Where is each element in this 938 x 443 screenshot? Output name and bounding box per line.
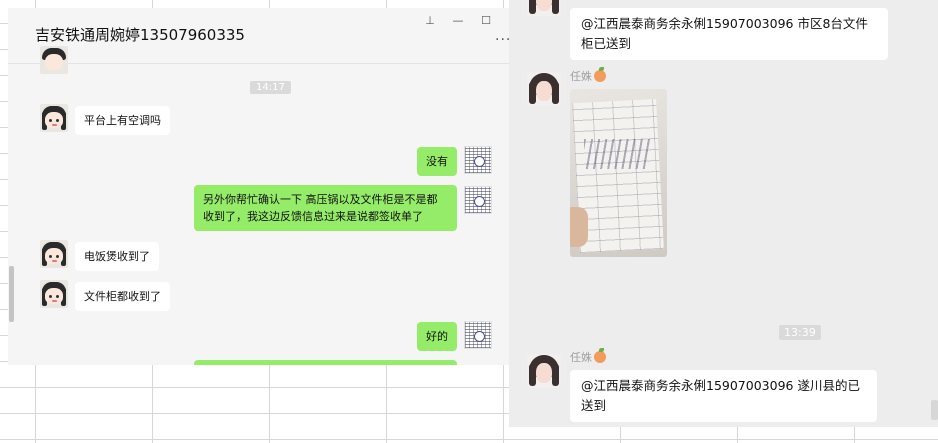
avatar[interactable] [40,104,68,132]
chat-title: 吉安铁通周婉婷13507960335 [35,26,245,44]
message-bubble: 另外你帮忙确认一下 高压锅以及文件柜是不是都收到了，我这边反馈信息过来是说都签收… [194,185,457,231]
sender-name: 任姝 [570,348,606,365]
right-chat-window: @江西晨泰商务余永俐15907003096 市区8台文件柜已送到 任姝 13:3… [509,0,938,427]
sender-name-label: 任姝 [570,70,592,83]
avatar[interactable] [40,46,68,74]
message-bubble: 文件柜都收到了 [75,282,170,311]
avatar[interactable] [464,186,492,214]
avatar[interactable] [40,240,68,268]
avatar[interactable] [527,0,561,16]
message-bubble: 好的 [417,322,457,351]
minimize-icon[interactable]: — [446,12,470,28]
pin-icon[interactable]: ⊥ [418,12,442,28]
chat-title-bar: 吉安铁通周婉婷13507960335 ⊥ — ☐ ✕ ··· [8,8,513,64]
sender-name-label: 任姝 [570,351,592,364]
message-bubble: @江西晨泰商务余永俐15907003096 市区8台文件柜已送到 [570,8,888,60]
side-handle[interactable] [931,400,938,420]
avatar[interactable] [464,321,492,349]
peach-icon [594,67,606,82]
message-bubble: 平台上有空调吗 [75,106,170,135]
avatar[interactable] [527,72,561,106]
message-bubble: @江西晨泰商务余永俐15907003096 遂川县的已送到 [570,370,877,422]
message-bubble: 没有 [417,147,457,176]
sender-name: 任姝 [570,67,606,84]
message-bubble-partial [194,360,457,365]
time-stamp: 13:39 [779,325,821,340]
maximize-icon[interactable]: ☐ [474,12,498,28]
scrollbar[interactable] [9,266,14,322]
message-bubble: 电饭煲收到了 [75,242,159,271]
peach-icon [594,348,606,363]
avatar[interactable] [464,146,492,174]
window-controls: ⊥ — ☐ ✕ [418,12,513,28]
receipt-image[interactable] [570,89,667,257]
left-chat-window: 吉安铁通周婉婷13507960335 ⊥ — ☐ ✕ ··· 14:17 平台上… [8,8,513,365]
time-stamp: 14:17 [250,81,291,94]
avatar[interactable] [40,280,68,308]
avatar[interactable] [527,354,561,388]
